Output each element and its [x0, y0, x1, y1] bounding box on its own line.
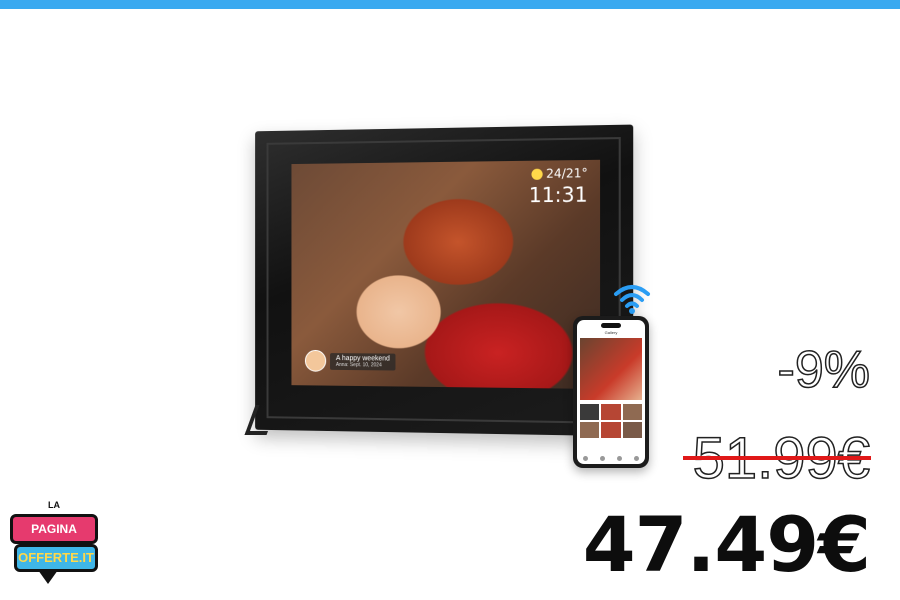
site-logo: LA PAGINA DELLE OFFERTE.IT — [8, 500, 100, 592]
photo-thumbnail — [622, 404, 642, 420]
logo-text-offerte: OFFERTE.IT — [14, 544, 98, 572]
photo-thumbnail — [580, 422, 600, 438]
nav-dot-icon — [600, 456, 605, 461]
discount-badge: -9% — [777, 340, 871, 400]
wifi-icon — [614, 285, 650, 314]
weather-widget: 24/21° — [531, 166, 588, 181]
avatar — [304, 349, 327, 372]
caption-subtitle: Anna: Sept. 10, 2024 — [335, 361, 382, 368]
frame-screen: 24/21° 11:31 A happy weekend Anna: Sept.… — [291, 159, 601, 389]
phone-photo-preview — [580, 338, 642, 400]
nav-dot-icon — [617, 456, 622, 461]
phone-app-title: Gallery — [604, 330, 618, 335]
nav-dot-icon — [634, 456, 639, 461]
phone-photo-grid — [580, 404, 642, 438]
photo-thumbnail — [601, 404, 621, 420]
caption-title: A happy weekend — [335, 354, 390, 363]
smartphone: Gallery — [573, 316, 649, 468]
logo-speech-tail — [38, 570, 58, 584]
phone-screen: Gallery — [577, 320, 645, 464]
product-image: 24/21° 11:31 A happy weekend Anna: Sept.… — [240, 120, 660, 480]
camera-icon — [580, 404, 600, 420]
sun-icon — [531, 168, 544, 180]
photo-thumbnail — [601, 422, 621, 438]
phone-notch — [601, 323, 621, 328]
top-accent-bar — [0, 0, 900, 9]
logo-text-la: LA — [48, 500, 60, 510]
weather-temp: 24/21° — [546, 166, 588, 181]
caption-box: A happy weekend Anna: Sept. 10, 2024 — [330, 352, 396, 371]
phone-nav-bar — [583, 456, 639, 461]
logo-text-pagina: PAGINA DELLE — [10, 514, 98, 560]
strikethrough-line — [683, 456, 871, 460]
nav-dot-icon — [583, 456, 588, 461]
photo-thumbnail — [622, 422, 642, 438]
photo-caption: A happy weekend Anna: Sept. 10, 2024 — [304, 349, 396, 373]
clock-display: 11:31 — [528, 182, 588, 208]
new-price: 47.49€ — [582, 500, 871, 589]
